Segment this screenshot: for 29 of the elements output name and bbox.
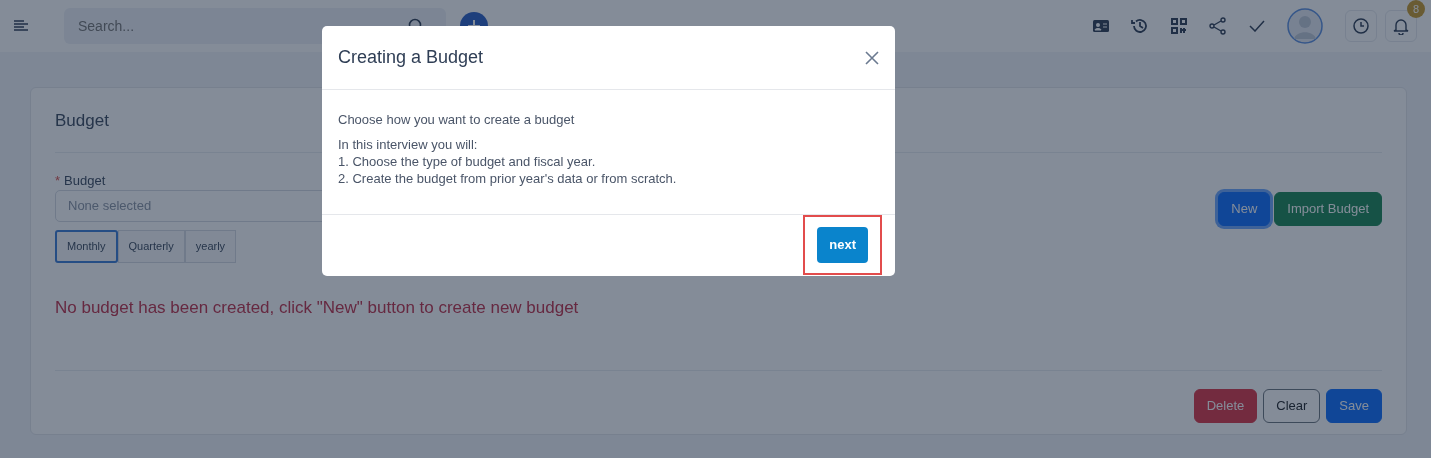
field-label: Budget (64, 172, 106, 188)
menu-icon[interactable] (14, 20, 28, 32)
new-button[interactable]: New (1218, 192, 1271, 226)
check-icon[interactable] (1249, 20, 1265, 32)
required-mark: * (55, 172, 61, 188)
share-icon[interactable] (1209, 17, 1227, 35)
qr-code-icon[interactable] (1171, 18, 1187, 34)
id-card-icon[interactable] (1093, 20, 1109, 32)
body-line: 2. Create the budget from prior year's data or from scratch. (338, 170, 678, 188)
period-toggle[interactable]: yearly (184, 230, 237, 263)
notification-badge: 8 (1407, 0, 1425, 18)
bell-icon (1393, 17, 1409, 35)
body-line: 1. Choose the type of budget and fiscal year. (338, 153, 597, 171)
clear-button[interactable]: Clear (1263, 389, 1321, 423)
history-icon[interactable] (1131, 17, 1149, 35)
empty-message: No budget has been created, click "New" button to create new budget (55, 296, 580, 319)
period-toggle[interactable]: Quarterly (117, 230, 185, 263)
intro-text: Choose how you want to create a budget (338, 112, 576, 129)
delete-button[interactable]: Delete (1193, 389, 1258, 423)
clock-button[interactable] (1345, 10, 1377, 42)
save-button[interactable]: Save (1326, 389, 1382, 423)
modal-title: Creating a Budget (338, 46, 484, 69)
import-button[interactable]: Import Budget (1274, 192, 1382, 226)
period-toggle[interactable]: Monthly (55, 230, 118, 263)
next-button[interactable]: next (817, 227, 868, 263)
body-line: In this interview you will: (338, 136, 479, 154)
clock-icon (1353, 18, 1369, 34)
avatar[interactable] (1287, 8, 1323, 44)
close-icon[interactable] (865, 50, 879, 65)
